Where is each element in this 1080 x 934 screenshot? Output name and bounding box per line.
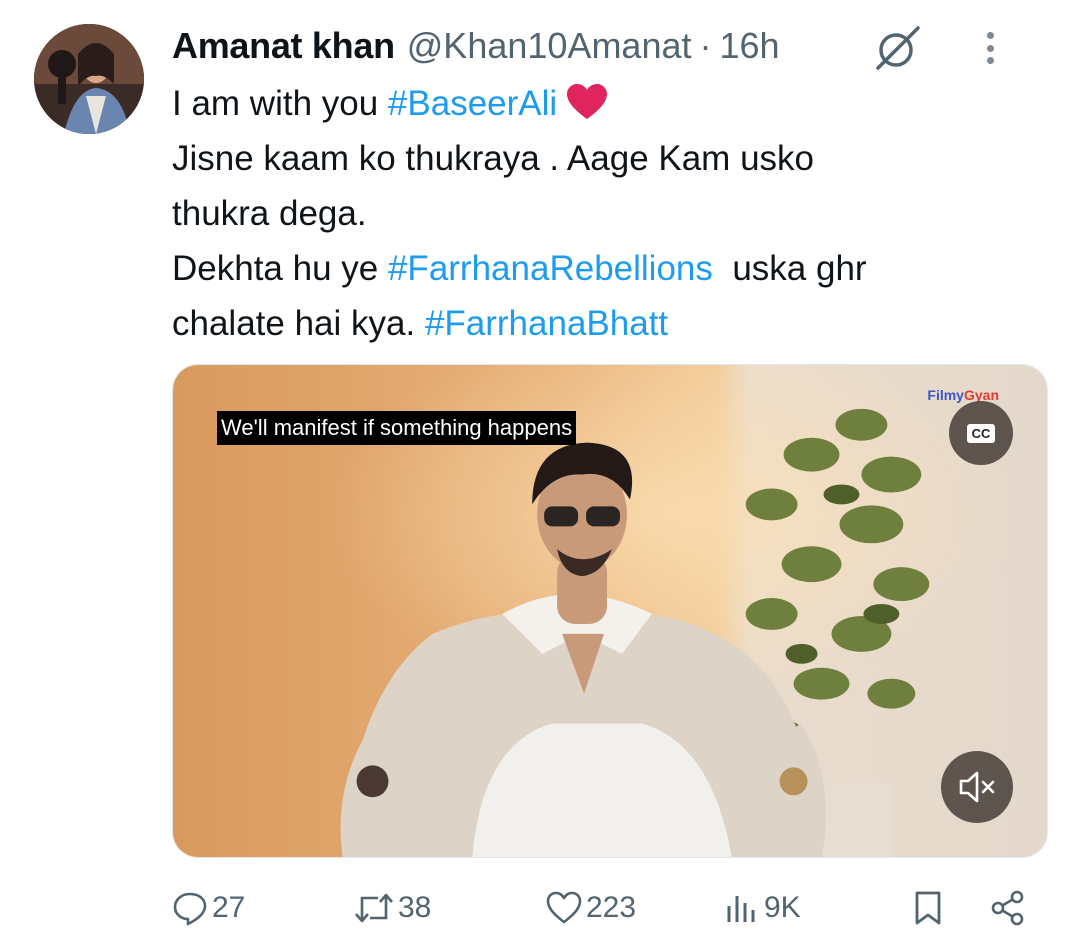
bookmark-button[interactable] [910,884,946,932]
tweet-text-segment: I am with you [172,84,388,123]
mute-button[interactable] [941,751,1013,823]
cc-label: CC [966,423,996,443]
share-icon [991,890,1024,926]
repost-icon [355,893,393,923]
tweet-line-1: I am with you #BaseerAli [172,76,1032,131]
tweet-text-segment: uska ghr [712,249,867,288]
reply-icon [173,892,207,926]
tweet-line-2: Jisne kaam ko thukraya . Aage Kam usko [172,139,814,178]
author-name[interactable]: Amanat khan [172,25,395,67]
separator-dot: · [699,25,712,66]
reply-button[interactable]: 27 [172,884,245,932]
tweet-actions: 27 38 223 9K [172,884,1032,932]
watermark-part-1: Filmy [927,387,964,403]
tweet-line-4: Dekhta hu ye #FarrhanaRebellions uska gh… [172,241,1032,296]
tweet-body: I am with you #BaseerAli Jisne kaam ko t… [172,76,1032,351]
tweet-text-segment: chalate hai kya. [172,304,425,343]
like-count: 223 [586,891,637,924]
views-button[interactable]: 9K [724,884,801,932]
tweet-timestamp[interactable]: 16h [720,25,780,67]
grok-icon[interactable] [872,24,924,72]
tweet-line-3: thukra dega. [172,194,367,233]
reply-count: 27 [212,891,246,924]
author-avatar[interactable] [34,24,144,134]
hashtag-link[interactable]: #FarrhanaRebellions [388,249,713,288]
speaker-muted-icon [959,771,995,803]
repost-count: 38 [398,891,432,924]
more-options-icon[interactable] [980,28,1000,68]
tweet-text-segment: Dekhta hu ye [172,249,388,288]
tweet-header: Amanat khan @Khan10Amanat · 16h [172,22,1040,70]
hashtag-link[interactable]: #FarrhanaBhatt [425,304,668,343]
views-icon [727,896,755,922]
video-player[interactable]: We'll manifest if something happens Film… [172,364,1048,858]
tweet-line-5: chalate hai kya. #FarrhanaBhatt [172,296,1032,351]
video-watermark: FilmyGyan [927,387,999,403]
hashtag-link[interactable]: #BaseerAli [388,84,557,123]
like-button[interactable]: 223 [546,884,636,932]
bookmark-icon [915,891,941,925]
views-count: 9K [764,891,801,924]
share-button[interactable] [990,884,1026,932]
heart-icon [546,891,582,924]
closed-captions-button[interactable]: CC [949,401,1013,465]
heart-emoji-icon [565,76,609,131]
repost-button[interactable]: 38 [354,884,431,932]
author-handle[interactable]: @Khan10Amanat [407,25,692,67]
video-caption: We'll manifest if something happens [217,411,577,445]
